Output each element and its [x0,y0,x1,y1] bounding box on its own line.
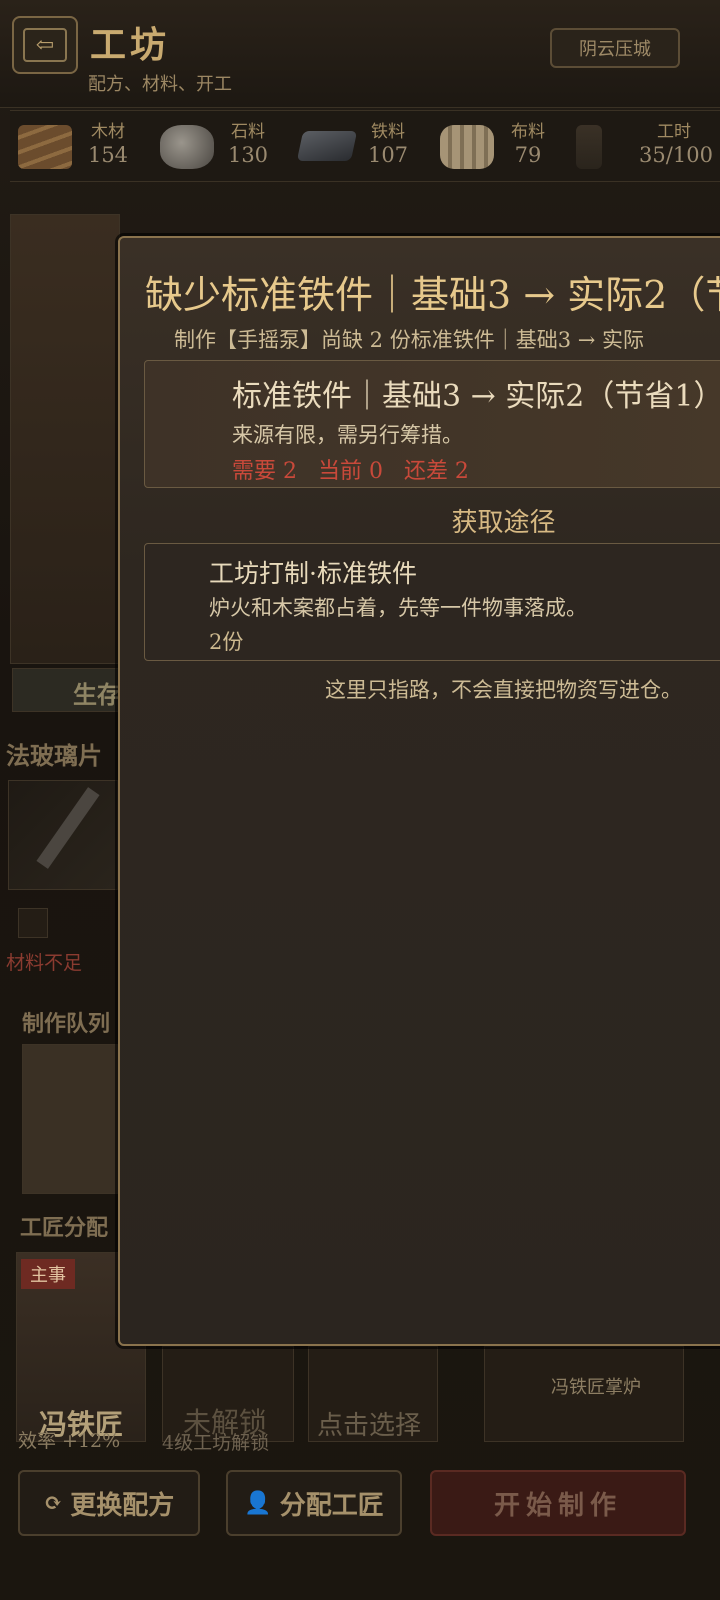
material-shortage: 需要 2 当前 0 还差 2 [232,459,469,484]
refresh-icon: ⟳ [43,1490,63,1516]
city-button[interactable]: 阴云压城 [550,28,680,68]
acquire-section-title: 获取途径 [451,508,556,538]
artisan-slot-select[interactable]: 点击选择 [308,1346,438,1442]
resource-stone: 石料 130 [150,111,290,183]
iron-icon [296,131,358,161]
resource-worktime: 工时 35/100 [570,111,720,183]
resource-label: 布料 [511,122,545,142]
resource-value: 130 [227,143,269,167]
button-label: 开始制作 [493,1490,622,1521]
header-bar: ⇦ 工坊 配方、材料、开工 阴云压城 [0,0,720,108]
material-desc: 来源有限，需另行筹措。 [232,423,463,447]
recipe-item-image [8,780,118,890]
forge-panel: 冯铁匠掌炉 [484,1346,684,1442]
resource-value: 35/100 [639,143,713,167]
resource-iron: 铁料 107 [290,111,430,183]
recipe-name: 法玻璃片 [6,741,102,770]
tab-label: 生存 [73,680,121,709]
resource-label: 铁料 [371,122,405,142]
artisan-label: 工匠分配 [20,1215,109,1241]
page-subtitle: 配方、材料、开工 [88,74,232,95]
hourglass-icon [576,125,602,169]
acquire-route-card[interactable]: 工坊打制·标准铁件 炉火和木案都占着，先等一件物事落成。 2份 [144,543,720,661]
resource-bar: 木材 154 石料 130 铁料 107 布料 79 工时 35/100 [10,110,720,182]
assign-artisan-button[interactable]: 👤 分配工匠 [226,1470,402,1536]
person-icon: 👤 [244,1490,272,1516]
resource-label: 工时 [657,122,691,142]
dialog-hint: 这里只指路，不会直接把物资写进仓。 [325,678,682,702]
blade-icon [36,787,100,869]
resource-wood: 木材 154 [10,111,150,183]
artisan-efficiency: 效率 +12% [18,1430,121,1452]
material-slot[interactable] [18,908,48,938]
wood-icon [18,125,72,169]
route-quantity: 2份 [209,630,244,654]
change-recipe-button[interactable]: ⟳ 更换配方 [18,1470,200,1536]
resource-value: 154 [87,143,129,167]
resource-cloth: 布料 79 [430,111,570,183]
recipe-art-panel [10,214,120,664]
cloth-icon [440,125,494,169]
forge-label: 冯铁匠掌炉 [551,1377,641,1398]
resource-value: 79 [514,143,542,167]
page-title: 工坊 [90,24,171,66]
material-card: 标准铁件｜基础3 → 实际2（节省1） 来源有限，需另行筹措。 需要 2 当前 … [144,360,720,488]
resource-label: 木材 [91,122,125,142]
back-button[interactable]: ⇦ [12,16,78,74]
tab-survival[interactable]: 生存 [12,668,122,712]
queue-slot[interactable] [22,1044,118,1194]
back-arrow-icon: ⇦ [23,28,67,62]
route-title: 工坊打制·标准铁件 [209,559,417,588]
material-title: 标准铁件｜基础3 → 实际2（节省1） [232,379,720,414]
queue-label: 制作队列 [22,1011,111,1037]
route-desc: 炉火和木案都占着，先等一件物事落成。 [209,596,587,620]
dialog-title: 缺少标准铁件｜基础3 → 实际2（节 [145,273,720,317]
dialog-subtitle: 制作【手摇泵】尚缺 2 份标准铁件｜基础3 → 实际 [174,328,645,352]
resource-value: 107 [367,143,409,167]
artisan-slot-label: 点击选择 [317,1411,422,1441]
resource-label: 石料 [231,122,265,142]
stone-icon [160,125,214,169]
button-label: 分配工匠 [279,1490,384,1521]
missing-material-dialog: 缺少标准铁件｜基础3 → 实际2（节 制作【手摇泵】尚缺 2 份标准铁件｜基础3… [118,236,720,1346]
unlock-note: 4级工坊解锁 [162,1432,270,1454]
button-label: 更换配方 [70,1490,175,1521]
chief-badge: 主事 [21,1259,75,1289]
start-crafting-button[interactable]: 开始制作 [430,1470,686,1536]
material-warning: 材料不足 [6,952,83,974]
